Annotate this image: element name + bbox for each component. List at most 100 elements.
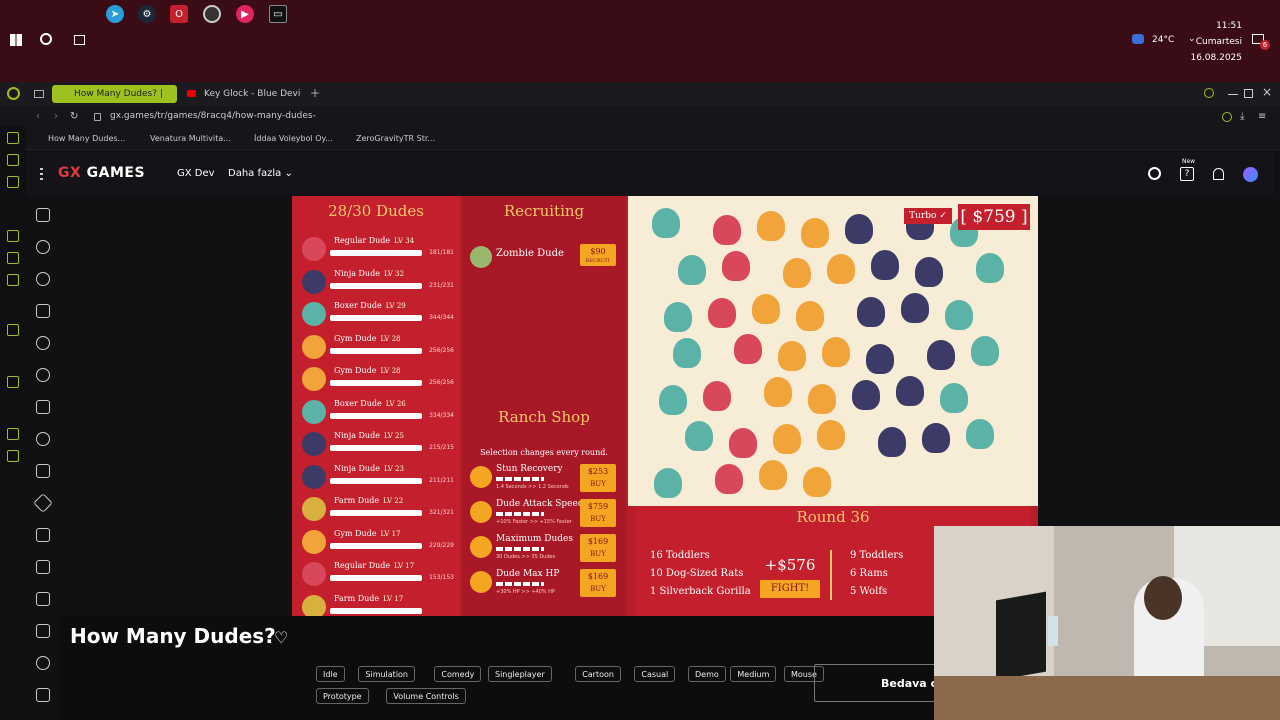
tab-list-icon[interactable] [34,90,44,98]
buy-button[interactable]: $759 BUY [580,499,616,527]
messenger-icon[interactable] [7,176,19,188]
discord-icon[interactable] [7,252,19,264]
windows-start-icon[interactable] [10,34,22,46]
tag-chip[interactable]: Casual [634,666,676,682]
dude-row[interactable]: Boxer Dude LV 26 334/334 [302,397,454,427]
dude-hp: 215/215 [429,444,454,451]
close-icon[interactable]: × [1262,85,1272,99]
twitch-purple-icon[interactable] [7,324,19,336]
bookmark-zerogravity[interactable]: ZeroGravityTR Str... [356,134,435,143]
skull-icon[interactable] [36,656,50,670]
controller-icon[interactable] [36,688,50,702]
dude-row[interactable]: Gym Dude LV 28 256/256 [302,364,454,394]
reload-icon[interactable]: ↻ [70,111,78,122]
dude-row[interactable]: Gym Dude LV 28 256/256 [302,332,454,362]
search-icon[interactable] [36,240,50,254]
tab-key-glock[interactable]: Key Glock - Blue Devil [182,85,300,103]
opera-gx-icon[interactable]: O [170,5,188,23]
turbo-toggle[interactable]: Turbo ✓ [904,208,952,224]
trophy-icon[interactable] [36,464,50,478]
music-icon[interactable] [7,274,19,286]
bookmark-how-many-dudes[interactable]: How Many Dudes... [48,134,125,143]
dude-row[interactable]: Boxer Dude LV 29 344/344 [302,299,454,329]
help-icon[interactable]: ? [1180,167,1194,181]
puzzle-icon[interactable] [36,592,50,606]
history-icon[interactable] [7,428,19,440]
bell-icon[interactable] [1213,168,1224,180]
buy-button[interactable]: $169 BUY [580,569,616,597]
gx-control-icon[interactable] [7,132,19,144]
refresh-icon[interactable] [36,432,50,446]
diamond-icon[interactable] [33,493,53,513]
twitch-icon[interactable] [7,230,19,242]
home-icon[interactable] [36,208,50,222]
dude-row[interactable]: Gym Dude LV 17 229/229 [302,527,454,557]
task-view-icon[interactable] [74,35,85,45]
tag-chip[interactable]: Demo [688,666,726,682]
bookmark-venatura[interactable]: Venatura Multivita... [150,134,231,143]
media-player-icon[interactable]: ▶ [236,5,254,23]
taskbar-clock[interactable]: 11:51 Cumartesi 16.08.2025 [1190,18,1242,66]
recruit-button[interactable]: $90 RECRUIT [580,244,616,266]
tag-chip[interactable]: Idle [316,666,345,682]
account-icon[interactable] [1222,112,1232,122]
tab-how-many-dudes[interactable]: How Many Dudes? | [52,85,177,103]
download-icon[interactable]: ⤓ [1240,111,1244,122]
clock-app-icon[interactable] [203,5,221,23]
nav-gx-dev[interactable]: GX Dev [177,168,215,179]
bookmark-iddaa[interactable]: İddaa Voleybol Oy... [254,134,333,143]
alert-icon[interactable] [36,368,50,382]
dude-sprite [703,381,731,411]
minimize-icon[interactable] [1228,94,1238,95]
heart-icon[interactable] [36,272,50,286]
tag-chip[interactable]: Comedy [434,666,482,682]
grid-icon[interactable] [36,560,50,574]
flame-icon[interactable] [36,400,50,414]
dude-row[interactable]: Farm Dude LV 22 321/321 [302,494,454,524]
menu-icon[interactable]: ≡ [1258,111,1266,122]
tag-chip[interactable]: Medium [730,666,777,682]
dude-row[interactable]: Ninja Dude LV 25 215/215 [302,429,454,459]
heart-icon[interactable]: ♡ [274,628,288,647]
settings-icon[interactable] [7,450,19,462]
compass-icon[interactable] [36,336,50,350]
tag-chip[interactable]: Prototype [316,688,369,704]
recruit-name: Zombie Dude [496,248,564,259]
game-canvas[interactable]: 28/30 Dudes Regular Dude LV 34 181/181 Ninj… [292,196,1038,616]
search-tabs-icon[interactable] [1204,88,1214,98]
forward-icon[interactable]: › [54,111,58,122]
search-icon[interactable] [1148,167,1161,180]
dude-row[interactable]: Ninja Dude LV 23 211/211 [302,462,454,492]
gx-corner-icon[interactable] [7,154,19,166]
url-input[interactable]: gx.games/tr/games/8racq4/how-many-dudes- [110,111,316,121]
buy-button[interactable]: $169 BUY [580,534,616,562]
new-tab-icon[interactable]: + [310,86,320,100]
hourglass-icon[interactable] [36,528,50,542]
tag-chip[interactable]: Cartoon [575,666,621,682]
tag-chip[interactable]: Simulation [358,666,416,682]
player-icon[interactable] [7,376,19,388]
steam-icon[interactable]: ⚙ [138,5,156,23]
bag-icon[interactable] [36,304,50,318]
nav-more[interactable]: Daha fazla ⌄ [228,168,293,179]
avatar[interactable] [1243,167,1258,182]
hamburger-icon[interactable] [40,168,43,180]
dude-row[interactable]: Regular Dude LV 34 181/181 [302,234,454,264]
dude-row[interactable]: Regular Dude LV 17 153/153 [302,559,454,589]
play-free-button[interactable]: Bedava oy [814,664,954,702]
dude-row[interactable]: Ninja Dude LV 32 231/231 [302,267,454,297]
back-icon[interactable]: ‹ [36,111,40,122]
gx-games-logo[interactable]: GX GAMES [58,165,145,181]
tank-icon[interactable] [36,624,50,638]
telegram-icon[interactable]: ➤ [106,5,124,23]
fight-button[interactable]: FIGHT! [760,580,820,598]
terminal-icon[interactable]: ▭ [269,5,287,23]
dude-face-icon [302,594,326,616]
buy-button[interactable]: $253 BUY [580,464,616,492]
tag-chip[interactable]: Singleplayer [488,666,552,682]
opera-menu-icon[interactable] [7,87,20,100]
search-icon[interactable] [40,33,52,45]
maximize-icon[interactable] [1244,89,1253,98]
dude-row[interactable]: Farm Dude LV 17 [302,592,454,616]
tag-chip[interactable]: Volume Controls [386,688,466,704]
